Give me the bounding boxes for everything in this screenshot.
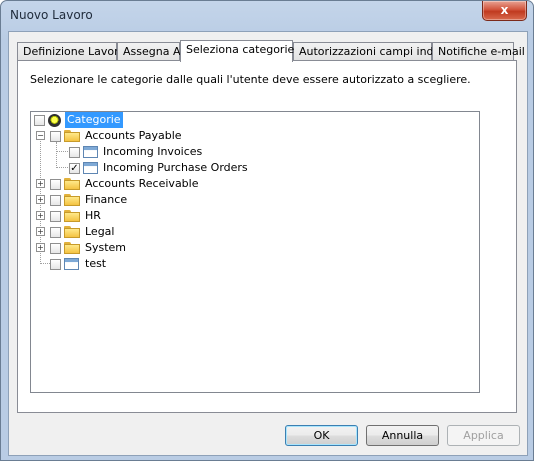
tree-node-label: Accounts Receivable <box>85 177 199 190</box>
tab-seleziona-categorie[interactable]: Seleziona categorie <box>180 40 294 62</box>
checkbox[interactable] <box>69 147 80 158</box>
tree-node-legal[interactable]: + Legal <box>31 224 479 240</box>
tree-node-accounts-payable[interactable]: − Accounts Payable <box>31 128 479 144</box>
folder-icon <box>64 178 80 190</box>
expand-icon[interactable]: + <box>36 243 45 252</box>
checkbox[interactable] <box>50 131 61 142</box>
expand-icon[interactable]: + <box>36 179 45 188</box>
tree-node-label: Legal <box>85 225 115 238</box>
category-leaf-icon <box>83 146 98 158</box>
instruction-text: Selezionare le categorie dalle quali l'u… <box>30 73 471 86</box>
checkbox[interactable] <box>50 227 61 238</box>
category-leaf-icon <box>83 162 98 174</box>
tree-node-finance[interactable]: + Finance <box>31 192 479 208</box>
tab-assegna-a[interactable]: Assegna A <box>117 42 180 60</box>
root-category-icon <box>48 114 61 127</box>
apply-button[interactable]: Applica <box>447 425 520 446</box>
tree-node-test[interactable]: test <box>31 256 479 272</box>
expand-icon[interactable]: + <box>36 227 45 236</box>
close-button[interactable]: x <box>482 1 527 21</box>
tab-autorizzazioni-campi-indice[interactable]: Autorizzazioni campi indice <box>293 42 449 60</box>
tree-node-label: System <box>85 241 127 254</box>
tree-node-label: HR <box>85 209 101 222</box>
window-title: Nuovo Lavoro <box>10 8 93 22</box>
tree-node-label: Categorie <box>65 112 123 128</box>
tree-node-accounts-receivable[interactable]: + Accounts Receivable <box>31 176 479 192</box>
checkbox[interactable] <box>50 259 61 270</box>
folder-icon <box>64 210 80 222</box>
checkbox[interactable] <box>50 179 61 190</box>
tab-notifiche-email[interactable]: Notifiche e-mail <box>432 42 525 60</box>
tree-node-categorie[interactable]: Categorie <box>31 112 479 128</box>
tree-node-incoming-invoices[interactable]: Incoming Invoices <box>31 144 479 160</box>
dialog-client-area: Definizione Lavoro Assegna A Seleziona c… <box>8 31 528 456</box>
expand-icon[interactable]: + <box>36 211 45 220</box>
checkbox[interactable] <box>34 115 45 126</box>
folder-icon <box>64 242 80 254</box>
tree-node-label: test <box>85 257 107 270</box>
collapse-icon[interactable]: − <box>36 131 45 140</box>
checkbox[interactable] <box>50 195 61 206</box>
category-leaf-icon <box>64 258 79 270</box>
folder-icon <box>64 130 80 142</box>
ok-button[interactable]: OK <box>285 425 358 446</box>
category-tree[interactable]: Categorie − Accounts Payable Incoming In… <box>30 111 480 393</box>
tree-node-incoming-purchase-orders[interactable]: ✓ Incoming Purchase Orders <box>31 160 479 176</box>
checkbox-checked[interactable]: ✓ <box>69 163 80 174</box>
tree-node-label: Incoming Purchase Orders <box>103 161 248 174</box>
tab-definizione-lavoro[interactable]: Definizione Lavoro <box>17 42 125 60</box>
checkbox[interactable] <box>50 243 61 254</box>
folder-icon <box>64 226 80 238</box>
tree-node-hr[interactable]: + HR <box>31 208 479 224</box>
cancel-button[interactable]: Annulla <box>366 425 439 446</box>
tree-node-label: Incoming Invoices <box>103 145 203 158</box>
tree-node-label: Finance <box>85 193 128 206</box>
checkbox[interactable] <box>50 211 61 222</box>
tree-node-label: Accounts Payable <box>85 129 182 142</box>
tree-node-system[interactable]: + System <box>31 240 479 256</box>
folder-icon <box>64 194 80 206</box>
tab-panel: Selezionare le categorie dalle quali l'u… <box>17 60 517 413</box>
expand-icon[interactable]: + <box>36 195 45 204</box>
dialog-window: Nuovo Lavoro x Definizione Lavoro Assegn… <box>0 0 534 461</box>
